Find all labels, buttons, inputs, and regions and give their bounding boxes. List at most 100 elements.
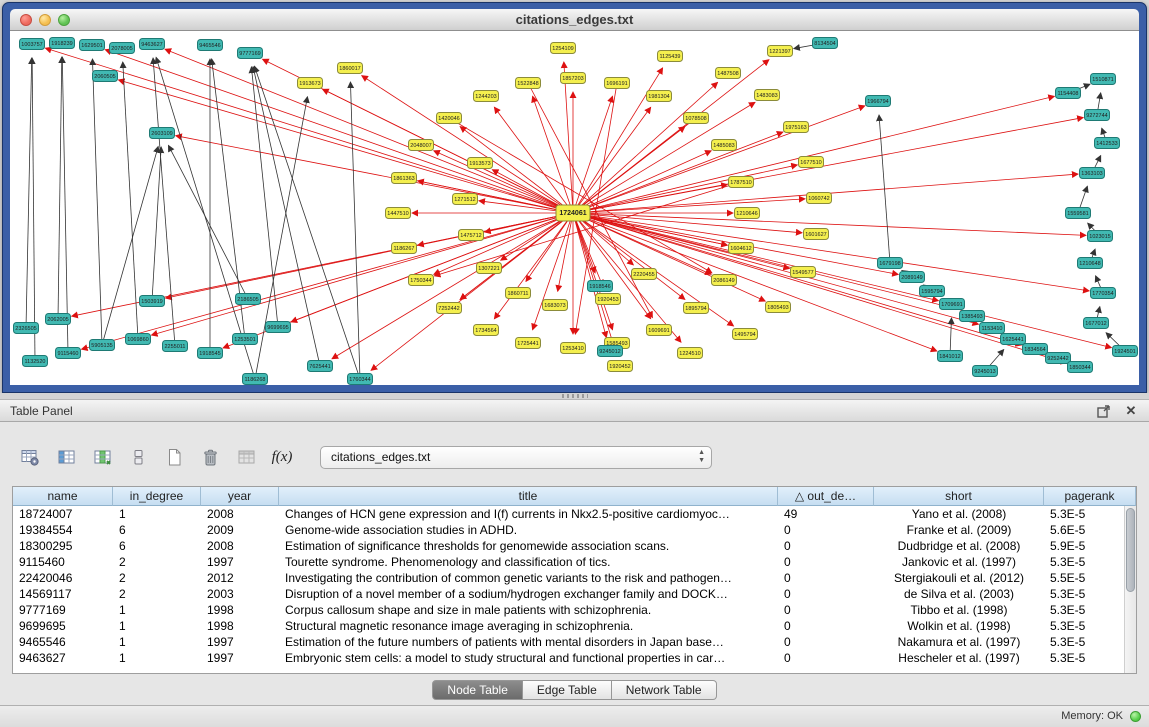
graph-node[interactable]: 1601627 — [804, 229, 829, 240]
graph-node[interactable]: 1696191 — [605, 78, 630, 89]
close-panel-icon[interactable]: ✕ — [1123, 403, 1139, 419]
network-canvas[interactable]: 1724061185720316961911981304107850814850… — [10, 31, 1139, 385]
graph-edge[interactable] — [255, 97, 307, 379]
table-cell[interactable]: Wolkin et al. (1998) — [874, 618, 1044, 634]
graph-node[interactable]: 1860711 — [506, 288, 531, 299]
table-cell[interactable]: 1997 — [201, 634, 279, 650]
table-cell[interactable]: 5.3E-5 — [1044, 506, 1136, 522]
table-cell[interactable]: Disruption of a novel member of a sodium… — [279, 586, 778, 602]
table-cell[interactable]: 14569117 — [13, 586, 113, 602]
graph-node[interactable]: 1918239 — [50, 38, 75, 49]
column-header[interactable]: title — [279, 487, 778, 506]
new-file-icon[interactable] — [160, 444, 188, 470]
graph-node[interactable]: 1447510 — [386, 208, 411, 219]
graph-node[interactable]: 1913673 — [298, 78, 323, 89]
graph-edge[interactable] — [62, 57, 68, 353]
table-row[interactable]: 977716911998Corpus callosum shape and si… — [13, 602, 1136, 618]
table-cell[interactable]: 9777169 — [13, 602, 113, 618]
graph-edge[interactable] — [152, 147, 161, 301]
column-header[interactable]: short — [874, 487, 1044, 506]
graph-node[interactable]: 1913573 — [468, 158, 493, 169]
graph-node[interactable]: 1677012 — [1084, 318, 1109, 329]
graph-node[interactable]: 1760344 — [348, 374, 373, 385]
graph-node[interactable]: 1770354 — [1091, 288, 1116, 299]
table-cell[interactable]: Stergiakouli et al. (2012) — [874, 570, 1044, 586]
graph-node[interactable]: 9245012 — [598, 346, 623, 357]
table-cell[interactable]: de Silva et al. (2003) — [874, 586, 1044, 602]
graph-node[interactable]: 2086149 — [712, 275, 737, 286]
table-cell[interactable]: Dudbridge et al. (2008) — [874, 538, 1044, 554]
show-columns-icon[interactable] — [52, 444, 80, 470]
table-cell[interactable]: 2 — [113, 586, 201, 602]
graph-node[interactable]: 1186267 — [392, 243, 417, 254]
graph-node[interactable]: 1734564 — [474, 325, 499, 336]
graph-node[interactable]: 1475712 — [459, 230, 484, 241]
table-cell[interactable]: 1 — [113, 618, 201, 634]
graph-node[interactable]: 7625441 — [308, 361, 333, 372]
graph-node[interactable]: 7252442 — [437, 303, 462, 314]
table-cell[interactable]: 2012 — [201, 570, 279, 586]
graph-node[interactable]: 1860017 — [338, 63, 363, 74]
scrollbar-thumb[interactable] — [1126, 508, 1135, 592]
graph-edge[interactable] — [251, 67, 278, 327]
graph-node[interactable]: 1559581 — [1066, 208, 1091, 219]
graph-node[interactable]: 2255011 — [163, 341, 188, 352]
table-cell[interactable]: 2008 — [201, 506, 279, 522]
table-cell[interactable]: 2008 — [201, 538, 279, 554]
table-row[interactable]: 946554611997Estimation of the future num… — [13, 634, 1136, 650]
column-header[interactable]: △ out_de… — [778, 487, 874, 506]
graph-node[interactable]: 1210648 — [1078, 258, 1103, 269]
graph-node[interactable]: 1210646 — [735, 208, 760, 219]
column-header[interactable]: name — [13, 487, 113, 506]
table-cell[interactable]: 5.3E-5 — [1044, 554, 1136, 570]
table-cell[interactable]: 2009 — [201, 522, 279, 538]
table-row[interactable]: 1872400712008Changes of HCN gene express… — [13, 506, 1136, 522]
table-cell[interactable]: Embryonic stem cells: a model to study s… — [279, 650, 778, 666]
table-row[interactable]: 969969511998Structural magnetic resonanc… — [13, 618, 1136, 634]
graph-node[interactable]: 1918545 — [198, 348, 223, 359]
graph-node[interactable]: 1060742 — [807, 193, 832, 204]
graph-node[interactable]: 1069860 — [126, 334, 151, 345]
graph-edge[interactable] — [573, 132, 783, 213]
graph-node[interactable]: 1709691 — [940, 299, 965, 310]
graph-node[interactable]: 1483083 — [755, 90, 780, 101]
graph-node[interactable]: 1254109 — [551, 43, 576, 54]
table-cell[interactable]: 9465546 — [13, 634, 113, 650]
graph-node[interactable]: 1724061 — [556, 205, 590, 221]
table-row[interactable]: 946362711997Embryonic stem cells: a mode… — [13, 650, 1136, 666]
graph-node[interactable]: 1153410 — [980, 323, 1005, 334]
table-cell[interactable]: Structural magnetic resonance image aver… — [279, 618, 778, 634]
table-cell[interactable]: 18724007 — [13, 506, 113, 522]
graph-edge[interactable] — [118, 80, 573, 213]
table-cell[interactable]: 5.5E-5 — [1044, 570, 1136, 586]
graph-node[interactable]: 1485083 — [712, 140, 737, 151]
table-cell[interactable]: 0 — [778, 570, 874, 586]
graph-node[interactable]: 1841012 — [938, 351, 963, 362]
table-cell[interactable]: Tourette syndrome. Phenomenology and cla… — [279, 554, 778, 570]
table-cell[interactable]: 9699695 — [13, 618, 113, 634]
table-cell[interactable]: Tibbo et al. (1998) — [874, 602, 1044, 618]
column-header[interactable]: in_degree — [113, 487, 201, 506]
graph-node[interactable]: 1186268 — [243, 374, 268, 385]
graph-node[interactable]: 2048007 — [409, 140, 434, 151]
graph-node[interactable]: 1787510 — [729, 177, 754, 188]
graph-edge[interactable] — [105, 50, 573, 213]
table-cell[interactable]: 49 — [778, 506, 874, 522]
graph-node[interactable]: 1125439 — [658, 51, 683, 62]
window-titlebar[interactable]: citations_edges.txt — [10, 9, 1139, 31]
table-row[interactable]: 2242004622012Investigating the contribut… — [13, 570, 1136, 586]
column-header[interactable]: year — [201, 487, 279, 506]
graph-node[interactable]: 1385493 — [960, 311, 985, 322]
row-tools-icon[interactable] — [124, 444, 152, 470]
graph-edge[interactable] — [102, 146, 158, 345]
graph-node[interactable]: 1595794 — [920, 286, 945, 297]
table-cell[interactable]: 6 — [113, 538, 201, 554]
graph-node[interactable]: 1078508 — [684, 113, 709, 124]
graph-node[interactable]: 1604612 — [729, 243, 754, 254]
graph-node[interactable]: 2060505 — [93, 71, 118, 82]
table-cell[interactable]: 0 — [778, 618, 874, 634]
graph-node[interactable]: 1549577 — [791, 267, 816, 278]
graph-node[interactable]: 1725441 — [516, 338, 541, 349]
table-cell[interactable]: 5.6E-5 — [1044, 522, 1136, 538]
graph-node[interactable]: 1861363 — [392, 173, 417, 184]
